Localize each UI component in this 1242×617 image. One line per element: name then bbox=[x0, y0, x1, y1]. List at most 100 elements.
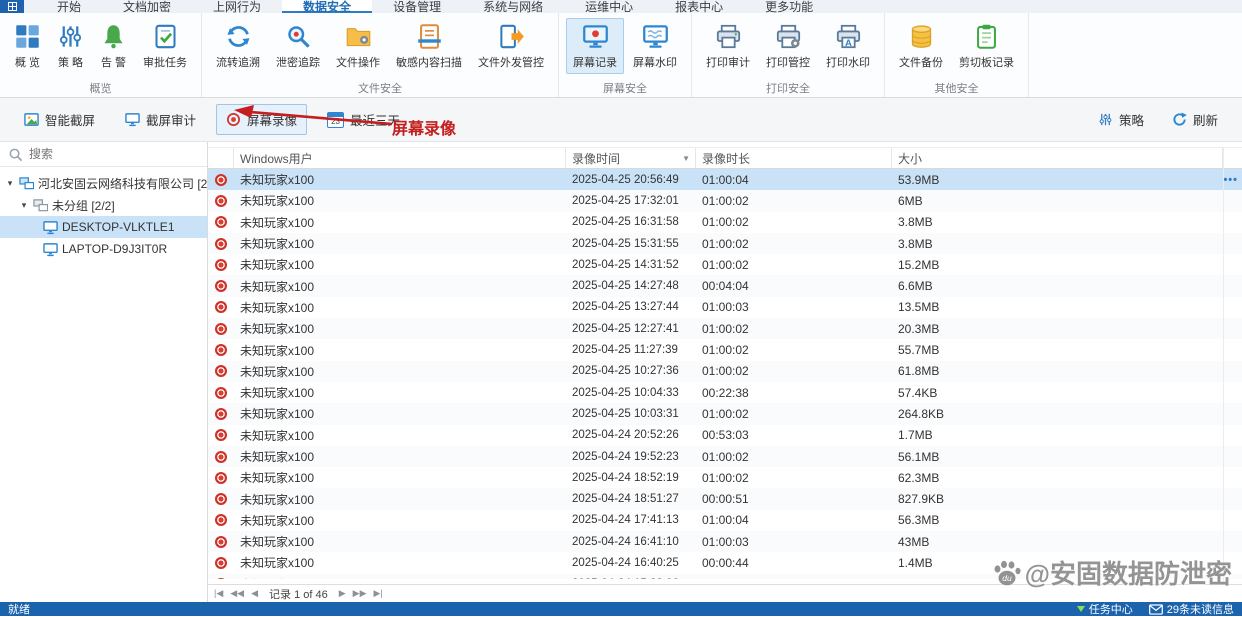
button-label: 截屏审计 bbox=[146, 114, 197, 128]
table-row[interactable]: 未知玩家x100 2025-04-25 16:31:58 01:00:02 3.… bbox=[208, 212, 1242, 233]
record-icon bbox=[215, 365, 227, 378]
next-page-button[interactable]: ▶ bbox=[339, 588, 346, 599]
tab-device-management[interactable]: 设备管理 bbox=[372, 0, 462, 14]
filter-dropdown-icon[interactable]: ▼ bbox=[677, 154, 695, 163]
ribbon-item-leak-trace[interactable]: 泄密追踪 bbox=[269, 18, 327, 74]
row-actions-button[interactable]: ••• bbox=[1223, 169, 1238, 190]
tab-system-network[interactable]: 系统与网络 bbox=[462, 0, 564, 14]
ribbon-item-print-audit[interactable]: 打印审计 bbox=[699, 18, 757, 74]
table-row[interactable]: 未知玩家x100 2025-04-25 11:27:39 01:00:02 55… bbox=[208, 339, 1242, 360]
document-scan-icon bbox=[416, 23, 443, 50]
tab-more-features[interactable]: 更多功能 bbox=[744, 0, 834, 14]
ribbon-item-overview[interactable]: 概 览 bbox=[7, 18, 48, 74]
cell-duration: 00:04:04 bbox=[702, 279, 749, 294]
tree-item-company[interactable]: ▾ 河北安固云网络科技有限公司 [2/2] bbox=[0, 172, 207, 194]
cell-record-time: 2025-04-24 16:40:25 bbox=[572, 556, 679, 569]
printer-icon bbox=[715, 23, 742, 50]
cell-size: 61.8MB bbox=[898, 364, 940, 379]
view-toolbar: 智能截屏 截屏审计 屏幕录像 23 最近三天 策略 刷新 bbox=[0, 98, 1242, 142]
header-record-time[interactable]: 录像时间 ▼ bbox=[566, 148, 696, 168]
table-row[interactable]: 未知玩家x100 2025-04-25 10:04:33 00:22:38 57… bbox=[208, 382, 1242, 403]
record-icon bbox=[215, 301, 227, 314]
cell-windows-user: 未知玩家x100 bbox=[240, 364, 315, 379]
first-page-button[interactable]: |◀ bbox=[214, 588, 223, 599]
table-row[interactable]: 未知玩家x100 2025-04-25 15:31:55 01:00:02 3.… bbox=[208, 232, 1242, 255]
table-row[interactable]: 未知玩家x100 2025-04-24 19:52:23 01:00:02 56… bbox=[208, 445, 1242, 468]
header-duration[interactable]: 录像时长 bbox=[696, 148, 892, 168]
cell-duration: 01:00:02 bbox=[702, 321, 749, 336]
search-input[interactable] bbox=[29, 147, 199, 161]
ribbon-item-policy[interactable]: 策 略 bbox=[50, 18, 91, 74]
table-row[interactable]: 未知玩家x100 2025-04-24 17:41:13 01:00:04 56… bbox=[208, 510, 1242, 531]
next-group-button[interactable]: ▶▶ bbox=[353, 588, 367, 599]
table-row[interactable]: 未知玩家x100 2025-04-25 14:27:48 00:04:04 6.… bbox=[208, 275, 1242, 297]
collapse-icon[interactable]: ▾ bbox=[5, 178, 15, 189]
prev-page-button[interactable]: ◀ bbox=[251, 588, 258, 599]
cell-duration: 01:00:04 bbox=[702, 513, 749, 528]
tab-start[interactable]: 开始 bbox=[36, 0, 102, 14]
ribbon-item-label: 屏幕水印 bbox=[633, 57, 677, 69]
tree-item-laptop-d9j3it0r[interactable]: LAPTOP-D9J3IT0R bbox=[0, 238, 207, 260]
printer-watermark-icon bbox=[835, 23, 862, 50]
header-windows-user[interactable]: Windows用户 bbox=[234, 148, 566, 168]
ribbon-group-print-security: 打印审计 打印管控 打印水印 打印安全 bbox=[692, 13, 885, 97]
table-row[interactable]: 未知玩家x100 2025-04-24 20:52:26 00:53:03 1.… bbox=[208, 425, 1242, 446]
cell-windows-user: 未知玩家x100 bbox=[240, 471, 315, 486]
refresh-button[interactable]: 刷新 bbox=[1162, 104, 1228, 135]
ribbon-item-file-outgoing-control[interactable]: 文件外发管控 bbox=[471, 18, 551, 74]
record-icon bbox=[215, 471, 227, 484]
unread-messages-button[interactable]: 29条未读信息 bbox=[1149, 601, 1234, 617]
record-icon bbox=[215, 493, 227, 506]
record-icon bbox=[215, 258, 227, 271]
ribbon-item-file-backup[interactable]: 文件备份 bbox=[892, 18, 950, 74]
cell-size: 56.1MB bbox=[898, 449, 940, 464]
toolbar-right-group: 策略 刷新 bbox=[1088, 104, 1228, 135]
ribbon-item-print-control[interactable]: 打印管控 bbox=[759, 18, 817, 74]
policy-button[interactable]: 策略 bbox=[1088, 104, 1154, 135]
tree-item-desktop-vlktle1[interactable]: DESKTOP-VLKTLE1 bbox=[0, 216, 207, 238]
task-center-button[interactable]: 任务中心 bbox=[1076, 601, 1133, 617]
ribbon-item-screen-watermark[interactable]: 屏幕水印 bbox=[626, 18, 684, 74]
tab-document-encryption[interactable]: 文档加密 bbox=[102, 0, 192, 14]
cell-size: 1.7MB bbox=[898, 428, 933, 443]
ribbon-item-approval-tasks[interactable]: 审批任务 bbox=[136, 18, 194, 74]
cell-windows-user: 未知玩家x100 bbox=[240, 215, 315, 230]
ribbon-item-file-operations[interactable]: 文件操作 bbox=[329, 18, 387, 74]
ribbon-item-print-watermark[interactable]: 打印水印 bbox=[819, 18, 877, 74]
ribbon-group-label: 概览 bbox=[89, 83, 112, 95]
ribbon-item-clipboard-record[interactable]: 剪切板记录 bbox=[952, 18, 1021, 74]
ribbon-item-alerts[interactable]: 告 警 bbox=[93, 18, 134, 74]
table-row[interactable]: 未知玩家x100 2025-04-25 20:56:49 01:00:04 53… bbox=[208, 169, 1242, 191]
screenshot-audit-button[interactable]: 截屏审计 bbox=[115, 104, 206, 135]
table-row[interactable]: 未知玩家x100 2025-04-24 18:52:19 01:00:02 62… bbox=[208, 467, 1242, 488]
table-row[interactable]: 未知玩家x100 2025-04-24 16:41:10 01:00:03 43… bbox=[208, 531, 1242, 553]
ribbon-tab-bar: 开始 文档加密 上网行为 数据安全 设备管理 系统与网络 运维中心 报表中心 更… bbox=[0, 0, 1242, 14]
table-row[interactable]: 未知玩家x100 2025-04-24 18:51:27 00:00:51 82… bbox=[208, 488, 1242, 510]
table-row[interactable]: 未知玩家x100 2025-04-25 17:32:01 01:00:02 6M… bbox=[208, 190, 1242, 212]
table-row[interactable]: 未知玩家x100 2025-04-25 10:27:36 01:00:02 61… bbox=[208, 360, 1242, 382]
ribbon-item-flow-trace[interactable]: 流转追溯 bbox=[209, 18, 267, 74]
tree-item-ungrouped[interactable]: ▾ 未分组 [2/2] bbox=[0, 194, 207, 216]
table-row[interactable]: 未知玩家x100 2025-04-25 12:27:41 01:00:02 20… bbox=[208, 318, 1242, 340]
cell-duration: 01:00:02 bbox=[702, 449, 749, 464]
collapse-icon[interactable]: ▾ bbox=[19, 200, 29, 211]
last-page-button[interactable]: ▶| bbox=[374, 588, 383, 599]
cell-size: 55.7MB bbox=[898, 343, 940, 358]
tab-report-center[interactable]: 报表中心 bbox=[654, 0, 744, 14]
ribbon-item-label: 文件操作 bbox=[336, 57, 380, 69]
ribbon-item-sensitive-content-scan[interactable]: 敏感内容扫描 bbox=[389, 18, 469, 74]
status-ready-text: 就绪 bbox=[8, 604, 30, 616]
cell-windows-user: 未知玩家x100 bbox=[240, 173, 315, 188]
tab-data-security[interactable]: 数据安全 bbox=[282, 0, 373, 14]
tab-ops-center[interactable]: 运维中心 bbox=[564, 0, 654, 14]
table-row[interactable]: 未知玩家x100 2025-04-25 14:31:52 01:00:02 15… bbox=[208, 254, 1242, 275]
table-row[interactable]: 未知玩家x100 2025-04-25 13:27:44 01:00:03 13… bbox=[208, 297, 1242, 318]
ribbon-item-screen-record[interactable]: 屏幕记录 bbox=[566, 18, 624, 74]
prev-group-button[interactable]: ◀◀ bbox=[230, 588, 244, 599]
app-logo[interactable] bbox=[0, 0, 24, 13]
tab-internet-behavior[interactable]: 上网行为 bbox=[192, 0, 282, 14]
header-size[interactable]: 大小 bbox=[892, 148, 1223, 168]
cell-size: 3.8MB bbox=[898, 236, 933, 251]
table-row[interactable]: 未知玩家x100 2025-04-25 10:03:31 01:00:02 26… bbox=[208, 403, 1242, 425]
smart-screenshot-button[interactable]: 智能截屏 bbox=[14, 104, 105, 135]
